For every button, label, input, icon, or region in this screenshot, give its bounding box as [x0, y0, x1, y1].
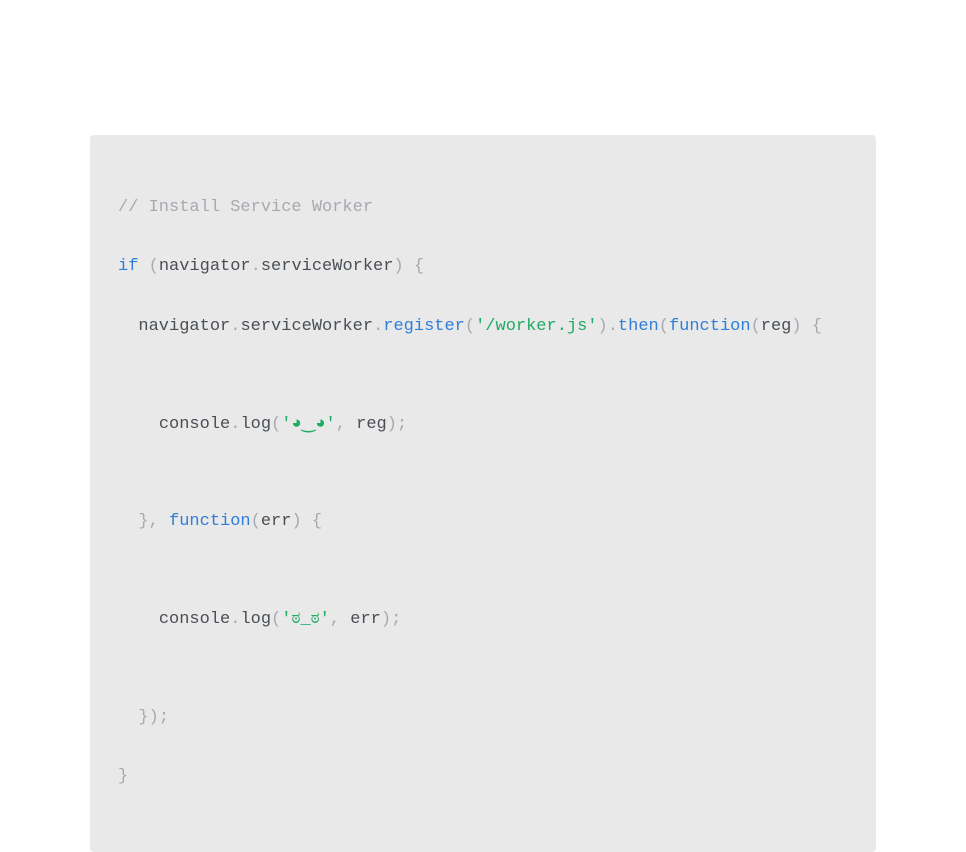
code-block: // Install Service Worker if (navigator.…: [90, 135, 876, 852]
code-line-3: navigator.serviceWorker.register('/worke…: [118, 312, 848, 342]
code-line-4: console.log('◕‿◕', reg);: [118, 410, 848, 440]
code-line-5: }, function(err) {: [118, 507, 848, 537]
code-line-7: });: [118, 703, 848, 733]
code-line-1: // Install Service Worker: [118, 193, 848, 223]
code-line-8: }: [118, 762, 848, 792]
comment-text: // Install Service Worker: [118, 198, 373, 217]
code-line-6: console.log('ಠ_ಠ', err);: [118, 605, 848, 635]
code-line-2: if (navigator.serviceWorker) {: [118, 252, 848, 282]
